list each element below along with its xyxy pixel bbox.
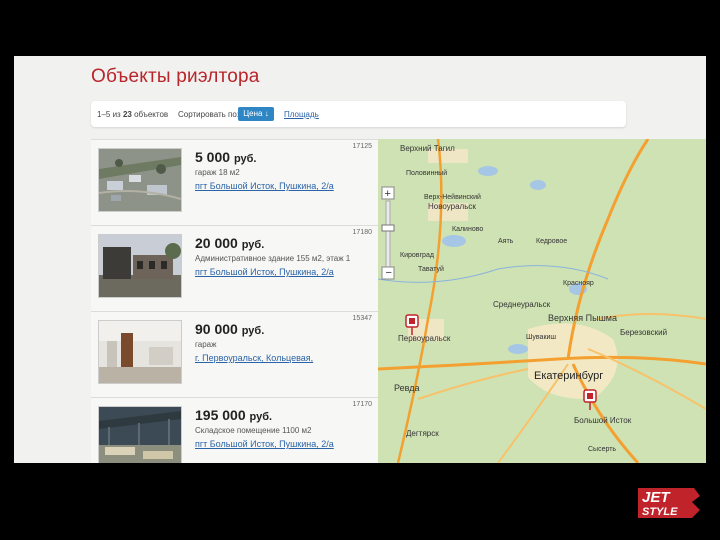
map-label-kirovgrad: Кировград xyxy=(400,252,434,259)
logo-text-style: STYLE xyxy=(642,506,678,518)
map-label-verkh-neyvinsky: Верх-Нейвинский xyxy=(424,193,481,201)
map-label-sysert: Сысерть xyxy=(588,446,616,453)
listing-description: гараж xyxy=(195,340,217,349)
zoom-slider-track[interactable] xyxy=(385,200,391,268)
map-label-verkhnyaya-pyshma: Верхняя Пышма xyxy=(548,313,617,323)
map-label-degtyarsk: Дегтярск xyxy=(406,429,439,438)
map-label-sredneuralsk: Среднеуральск xyxy=(493,300,551,309)
listing-price-currency: руб. xyxy=(233,153,257,165)
listing-address-link[interactable]: пгт Большой Исток, Пушкина, 2/а xyxy=(195,439,334,449)
listing-price-value: 5 000 xyxy=(195,149,231,165)
jetstyle-logo: JET STYLE xyxy=(636,484,702,520)
listing-code: 17180 xyxy=(352,229,372,236)
listing-price-currency: руб. xyxy=(241,325,265,337)
map-label-novouralsk: Новоуральск xyxy=(428,202,476,211)
listing-photo-building[interactable] xyxy=(98,234,182,298)
listing-price: 5 000 руб. xyxy=(195,149,256,165)
listing-price: 20 000 руб. xyxy=(195,235,264,251)
map-label-verkhniy-tagil: Верхний Тагил xyxy=(400,144,455,153)
listing-code: 17125 xyxy=(352,143,372,150)
lake xyxy=(442,235,466,247)
map-label-pervouralsk: Первоуральск xyxy=(398,334,451,343)
listing-price-value: 195 000 xyxy=(195,407,246,423)
results-count: 1–5 из 23 объектов xyxy=(97,110,168,119)
listing-price: 195 000 руб. xyxy=(195,407,272,423)
listing-item[interactable]: 90 000 руб. гараж г. Первоуральск, Кольц… xyxy=(91,312,378,398)
listing-price: 90 000 руб. xyxy=(195,321,264,337)
sort-label: Сортировать по: xyxy=(178,110,240,119)
listing-description: Административное здание 155 м2, этаж 1 xyxy=(195,254,351,263)
results-count-prefix: 1–5 из xyxy=(97,110,121,119)
listing-address-link[interactable]: пгт Большой Исток, Пушкина, 2/а xyxy=(195,267,334,277)
map-label-ayat: Аять xyxy=(498,238,514,245)
map-label-revda: Ревда xyxy=(394,383,420,393)
logo-text-jet: JET xyxy=(642,489,671,506)
listing-price-value: 90 000 xyxy=(195,321,238,337)
slide: Объекты риэлтора 1–5 из 23 объектов Сорт… xyxy=(14,56,706,463)
results-count-suffix: объектов xyxy=(134,110,169,119)
listing-address-link[interactable]: г. Первоуральск, Кольцевая, xyxy=(195,353,313,363)
listing-item[interactable]: 20 000 руб. Административное здание 155 … xyxy=(91,226,378,312)
sort-by-price-button[interactable]: Цена ↓ xyxy=(238,107,274,121)
listing-description: Складское помещение 1100 м2 xyxy=(195,426,312,435)
map-canvas[interactable]: Верхний Тагил Половинный Верх-Нейвинский… xyxy=(378,139,706,463)
listing-item[interactable]: 195 000 руб. Складское помещение 1100 м2… xyxy=(91,398,378,463)
listing-code: 17170 xyxy=(352,401,372,408)
results-toolbar: 1–5 из 23 объектов Сортировать по: Цена … xyxy=(91,101,626,127)
map-label-krasnoyar: Краснояр xyxy=(563,280,594,287)
listing-price-currency: руб. xyxy=(241,239,265,251)
listing-price-value: 20 000 xyxy=(195,235,238,251)
listing-photo-aerial[interactable] xyxy=(98,148,182,212)
map-label-kedrovoe: Кедровое xyxy=(536,238,567,245)
listing-list: 5 000 руб. гараж 18 м2 пгт Большой Исток… xyxy=(91,139,378,463)
sort-by-area-link[interactable]: Площадь xyxy=(284,110,319,119)
map-label-bolshoy-istok: Большой Исток xyxy=(574,416,632,425)
lake xyxy=(478,166,498,176)
page-title: Объекты риэлтора xyxy=(91,66,260,87)
listing-item[interactable]: 5 000 руб. гараж 18 м2 пгт Большой Исток… xyxy=(91,140,378,226)
listing-code: 15347 xyxy=(352,315,372,322)
zoom-slider-handle[interactable] xyxy=(381,224,395,232)
map-label-ekaterinburg: Екатеринбург xyxy=(534,370,603,382)
map[interactable]: Верхний Тагил Половинный Верх-Нейвинский… xyxy=(378,139,706,463)
minus-icon: − xyxy=(386,267,392,279)
listing-photo-garage[interactable] xyxy=(98,320,182,384)
listing-address-link[interactable]: пгт Большой Исток, Пушкина, 2/а xyxy=(195,181,334,191)
lake xyxy=(530,180,546,190)
results-count-total: 23 xyxy=(122,110,132,119)
map-label-shuvakish: Шувакиш xyxy=(526,334,556,341)
listing-photo-warehouse[interactable] xyxy=(98,406,182,463)
lake xyxy=(508,344,528,354)
map-label-berezovsky: Березовский xyxy=(620,328,667,337)
plus-icon: + xyxy=(385,188,391,200)
map-label-kalinovo: Калиново xyxy=(452,226,483,233)
listing-price-currency: руб. xyxy=(249,411,273,423)
map-label-polovinny: Половинный xyxy=(406,169,447,177)
map-label-tavatuy: Таватуй xyxy=(418,265,444,273)
listing-description: гараж 18 м2 xyxy=(195,168,240,177)
